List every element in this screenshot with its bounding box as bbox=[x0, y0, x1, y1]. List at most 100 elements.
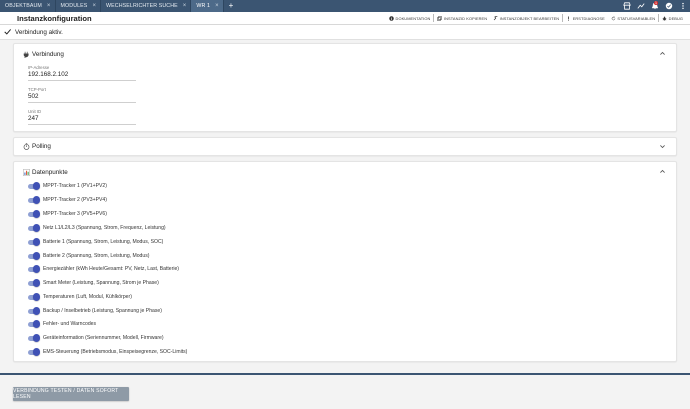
datapoint-label: Batterie 2 (Spannung, Strom, Leistung, M… bbox=[43, 253, 150, 259]
header-actions: DOKUMENTATION INSTANZID KOPIEREN INSTANZ… bbox=[386, 12, 686, 24]
bottom-action-bar: VERBINDUNG TESTEN / DATEN SOFORT LESEN bbox=[0, 373, 690, 409]
more-vertical-icon[interactable] bbox=[678, 2, 687, 11]
status-text: Verbindung aktiv. bbox=[15, 29, 63, 36]
toggle-switch[interactable] bbox=[28, 334, 40, 342]
page-header: Instanzkonfiguration DOKUMENTATION INSTA… bbox=[0, 12, 690, 25]
datapoint-label: MPPT-Tracker 3 (PV5+PV6) bbox=[43, 211, 107, 217]
datapoint-temperaturen: Temperaturen (Luft, Modul, Kühlkörper) bbox=[28, 292, 132, 302]
verbindung-header[interactable]: Verbindung bbox=[23, 51, 64, 58]
datapoint-smart-meter: Smart Meter (Leistung, Spannung, Strom j… bbox=[28, 278, 159, 288]
toggle-switch[interactable] bbox=[28, 224, 40, 232]
datapoint-label: Smart Meter (Leistung, Spannung, Strom j… bbox=[43, 280, 159, 286]
datapoint-label: EMS-Steuerung (Betriebsmodus, Einspeiseg… bbox=[43, 349, 188, 355]
datapoint-label: Temperaturen (Luft, Modul, Kühlkörper) bbox=[43, 294, 132, 300]
page-title: Instanzkonfiguration bbox=[17, 14, 92, 23]
bug-icon bbox=[662, 16, 667, 20]
close-icon[interactable]: × bbox=[47, 3, 51, 9]
verbindung-panel: Verbindung IP-Adresse 192.168.2.102 TCP-… bbox=[13, 43, 677, 132]
close-icon[interactable]: × bbox=[183, 3, 187, 9]
toggle-switch[interactable] bbox=[28, 307, 40, 315]
first-diagnosis-button[interactable]: ERSTDIAGNOSE bbox=[562, 14, 608, 22]
toggle-switch[interactable] bbox=[28, 320, 40, 328]
tab-label: OBJEKTBAUM bbox=[5, 3, 42, 9]
tab-objektbaum[interactable]: OBJEKTBAUM × bbox=[0, 0, 56, 12]
datapoint-mppt-2: MPPT-Tracker 2 (PV3+PV4) bbox=[28, 195, 107, 205]
chevron-up-icon[interactable] bbox=[659, 50, 666, 57]
chevron-down-icon[interactable] bbox=[659, 143, 666, 150]
polling-header[interactable]: Polling bbox=[23, 143, 51, 150]
toggle-switch[interactable] bbox=[28, 348, 40, 356]
datapoint-geraeteinfo: Geräteinformation (Seriennummer, Modell,… bbox=[28, 333, 164, 343]
datapoint-label: Netz L1/L2/L3 (Spannung, Strom, Frequenz… bbox=[43, 225, 166, 231]
check-circle-icon[interactable] bbox=[664, 2, 673, 11]
field-label: Unit ID bbox=[28, 109, 42, 114]
debug-button[interactable]: DEBUG bbox=[658, 14, 686, 22]
bar-chart-icon bbox=[23, 169, 30, 176]
toggle-switch[interactable] bbox=[28, 238, 40, 246]
chart-icon[interactable] bbox=[636, 2, 645, 11]
tab-modules[interactable]: MODULES × bbox=[56, 0, 102, 12]
tab-wr-1[interactable]: WR 1 × bbox=[191, 0, 224, 12]
tcp-port-field[interactable]: TCP-Port 502 bbox=[28, 87, 136, 103]
check-icon bbox=[4, 29, 11, 35]
toggle-switch[interactable] bbox=[28, 279, 40, 287]
plug-icon bbox=[23, 51, 29, 58]
toolbar-right: 1 bbox=[622, 0, 687, 12]
datenpunkte-panel: Datenpunkte MPPT-Tracker 1 (PV1+PV2) MPP… bbox=[13, 161, 677, 362]
datenpunkte-header[interactable]: Datenpunkte bbox=[23, 169, 68, 176]
tab-label: MODULES bbox=[60, 3, 88, 9]
tab-label: WR 1 bbox=[196, 3, 211, 9]
field-label: TCP-Port bbox=[28, 87, 46, 92]
ip-address-field[interactable]: IP-Adresse 192.168.2.102 bbox=[28, 65, 136, 81]
toggle-switch[interactable] bbox=[28, 182, 40, 190]
toggle-switch[interactable] bbox=[28, 196, 40, 204]
close-icon[interactable]: × bbox=[215, 3, 219, 9]
documentation-button[interactable]: DOKUMENTATION bbox=[386, 14, 433, 22]
edit-instance-object-button[interactable]: INSTANZOBJEKT BEARBEITEN bbox=[490, 14, 562, 22]
toggle-switch[interactable] bbox=[28, 293, 40, 301]
tab-bar: OBJEKTBAUM × MODULES × WECHSELRICHTER SU… bbox=[0, 0, 690, 12]
datapoint-energiezaehler: Energiezähler (kWh Heute/Gesamt: PV, Net… bbox=[28, 264, 179, 274]
toggle-switch[interactable] bbox=[28, 210, 40, 218]
panel-title: Polling bbox=[32, 143, 51, 150]
alert-icon bbox=[568, 16, 570, 21]
field-value: 247 bbox=[28, 115, 39, 122]
datapoint-batterie-2: Batterie 2 (Spannung, Strom, Leistung, M… bbox=[28, 251, 149, 261]
datapoint-label: Batterie 1 (Spannung, Strom, Leistung, M… bbox=[43, 239, 164, 245]
datapoint-netz: Netz L1/L2/L3 (Spannung, Strom, Frequenz… bbox=[28, 223, 166, 233]
datapoint-backup: Backup / Inselbetrieb (Leistung, Spannun… bbox=[28, 306, 162, 316]
datapoint-label: MPPT-Tracker 1 (PV1+PV2) bbox=[43, 183, 107, 189]
stopwatch-icon bbox=[23, 143, 30, 150]
datapoint-batterie-1: Batterie 1 (Spannung, Strom, Leistung, M… bbox=[28, 237, 163, 247]
copy-instance-id-button[interactable]: INSTANZID KOPIEREN bbox=[433, 14, 490, 22]
datapoint-ems: EMS-Steuerung (Betriebsmodus, Einspeiseg… bbox=[28, 347, 187, 357]
unit-id-field[interactable]: Unit ID 247 bbox=[28, 109, 136, 125]
datapoint-label: Backup / Inselbetrieb (Leistung, Spannun… bbox=[43, 308, 162, 314]
datapoint-label: MPPT-Tracker 2 (PV3+PV4) bbox=[43, 197, 107, 203]
add-tab-icon[interactable]: + bbox=[224, 0, 239, 12]
field-label: IP-Adresse bbox=[28, 65, 50, 70]
test-connection-button[interactable]: VERBINDUNG TESTEN / DATEN SOFORT LESEN bbox=[13, 387, 129, 401]
field-value: 192.168.2.102 bbox=[28, 71, 69, 78]
panel-title: Datenpunkte bbox=[32, 169, 68, 176]
wrench-icon bbox=[493, 15, 498, 20]
datapoint-label: Fehler- und Warncodes bbox=[43, 321, 97, 327]
notification-bell-icon[interactable]: 1 bbox=[650, 0, 659, 11]
datapoint-label: Geräteinformation (Seriennummer, Modell,… bbox=[43, 335, 164, 341]
datapoint-fehler: Fehler- und Warncodes bbox=[28, 319, 96, 329]
notification-count: 1 bbox=[654, 0, 658, 5]
info-icon bbox=[389, 15, 394, 21]
toggle-switch[interactable] bbox=[28, 252, 40, 260]
store-icon[interactable] bbox=[622, 2, 631, 11]
status-variables-button[interactable]: STATUSVARIABLEN bbox=[608, 14, 658, 22]
field-value: 502 bbox=[28, 93, 39, 100]
tab-wechselrichter-suche[interactable]: WECHSELRICHTER SUCHE × bbox=[101, 0, 192, 12]
datapoint-mppt-1: MPPT-Tracker 1 (PV1+PV2) bbox=[28, 181, 107, 191]
toggle-switch[interactable] bbox=[28, 265, 40, 273]
copy-icon bbox=[437, 15, 443, 21]
chevron-up-icon[interactable] bbox=[659, 168, 666, 175]
polling-panel[interactable]: Polling bbox=[13, 137, 677, 156]
panel-title: Verbindung bbox=[32, 51, 64, 58]
close-icon[interactable]: × bbox=[92, 3, 96, 9]
datapoint-label: Energiezähler (kWh Heute/Gesamt: PV, Net… bbox=[43, 266, 179, 272]
